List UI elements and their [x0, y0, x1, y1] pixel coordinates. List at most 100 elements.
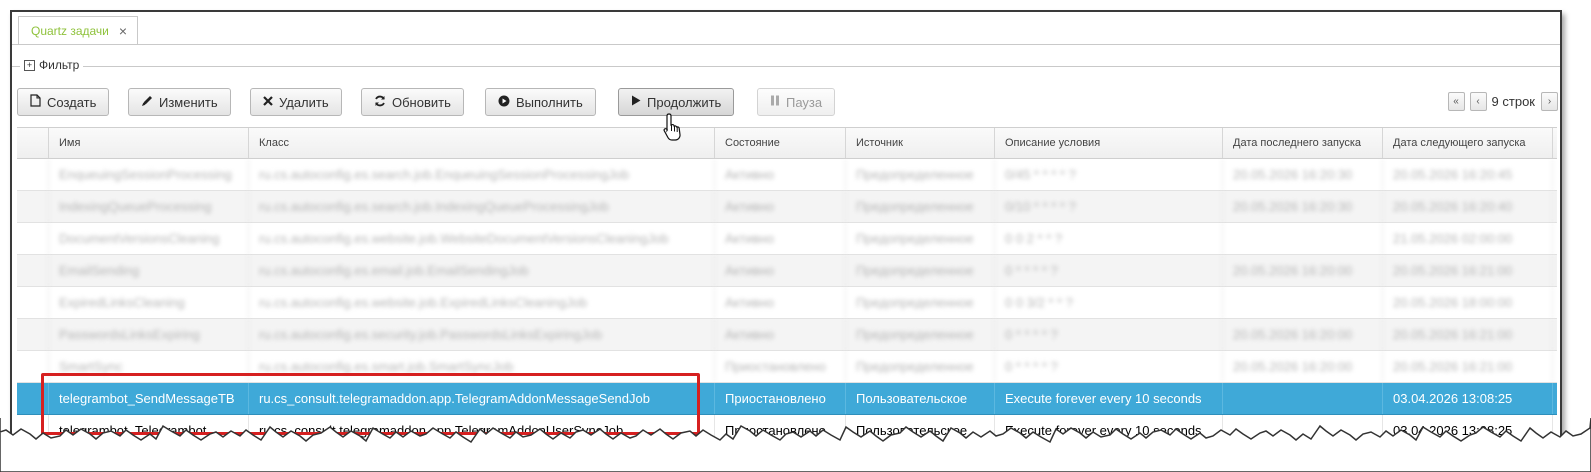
- cell-next-run: 21.05.2026 02:00:00: [1383, 223, 1553, 254]
- column-header-state[interactable]: Состояние: [715, 128, 846, 158]
- cell-next-run: 20.05.2026 16:20:45: [1383, 159, 1553, 190]
- delete-button[interactable]: Удалить: [250, 88, 342, 116]
- cell-name: DocumentVersionsCleaning: [49, 223, 249, 254]
- cell-source: Предопределенное: [846, 223, 995, 254]
- cell-last-run: [1223, 223, 1383, 254]
- column-header-name[interactable]: Имя: [49, 128, 249, 158]
- cell-state: Активно: [715, 191, 846, 222]
- execute-button[interactable]: Выполнить: [485, 88, 596, 116]
- tab-label: Quartz задачи: [31, 23, 109, 38]
- next-page-button[interactable]: ›: [1541, 92, 1558, 111]
- table-row[interactable]: EmailSending ru.cs.autoconfig.es.email.j…: [17, 255, 1557, 287]
- expand-icon[interactable]: +: [24, 59, 35, 71]
- cell-state: Активно: [715, 159, 846, 190]
- hand-cursor-icon: [662, 112, 684, 147]
- filter-divider: [12, 66, 1560, 67]
- refresh-icon: [374, 95, 386, 110]
- cell-source: Предопределенное: [846, 319, 995, 350]
- table-row[interactable]: SmartSync ru.cs.autoconfig.es.smart.job.…: [17, 351, 1557, 383]
- refresh-button[interactable]: Обновить: [361, 88, 464, 116]
- cell-state: Приостановлено: [715, 383, 846, 414]
- table-row-selected[interactable]: telegrambot_SendMessageTB ru.cs_consult.…: [17, 383, 1557, 415]
- cell-last-run: [1223, 383, 1383, 414]
- cell-condition: 0 0 3/2 * * ?: [995, 287, 1223, 318]
- cell-source: Предопределенное: [846, 287, 995, 318]
- cell-class: ru.cs.autoconfig.es.website.job.WebsiteD…: [249, 223, 715, 254]
- cell-state: Активно: [715, 319, 846, 350]
- tab-close-icon[interactable]: ×: [119, 23, 127, 39]
- cell-source: Предопределенное: [846, 191, 995, 222]
- column-header-condition[interactable]: Описание условия: [995, 128, 1223, 158]
- cell-name: ExpiredLinksCleaning: [49, 287, 249, 318]
- document-icon: [30, 94, 41, 110]
- table-row[interactable]: IndexingQueueProcessing ru.cs.autoconfig…: [17, 191, 1557, 223]
- pause-button[interactable]: Пауза: [757, 88, 836, 116]
- tab-bar: Quartz задачи ×: [12, 12, 1560, 45]
- cell-name: telegrambot_SendMessageTB: [49, 383, 249, 414]
- pencil-icon: [141, 95, 153, 110]
- cell-next-run: 20.05.2026 18:00:00: [1383, 287, 1553, 318]
- cell-name: PasswordsLinksExpiring: [49, 319, 249, 350]
- cell-last-run: 20.05.2026 16:20:30: [1223, 159, 1383, 190]
- cell-name: IndexingQueueProcessing: [49, 191, 249, 222]
- cell-condition: 0 * * * * ?: [995, 351, 1223, 382]
- cell-source: Предопределенное: [846, 255, 995, 286]
- cell-class: ru.cs.autoconfig.es.search.job.IndexingQ…: [249, 191, 715, 222]
- filter-label: Фильтр: [39, 58, 80, 72]
- play-icon: [631, 95, 641, 109]
- cell-state: Активно: [715, 255, 846, 286]
- cell-next-run: 20.05.2026 16:21:00: [1383, 319, 1553, 350]
- cell-next-run: 20.05.2026 16:21:00: [1383, 351, 1553, 382]
- table-header: Имя Класс Состояние Источник Описание ус…: [17, 128, 1557, 159]
- delete-button-label: Удалить: [279, 94, 329, 110]
- cell-class: ru.cs.autoconfig.es.search.job.Enqueuing…: [249, 159, 715, 190]
- cell-next-run: 03.04.2026 13:08:25: [1383, 383, 1553, 414]
- cell-source: Пользовательское: [846, 383, 995, 414]
- cell-name: EnqueuingSessionProcessing: [49, 159, 249, 190]
- table-row[interactable]: EnqueuingSessionProcessing ru.cs.autocon…: [17, 159, 1557, 191]
- create-button[interactable]: Создать: [17, 88, 110, 116]
- table-row[interactable]: PasswordsLinksExpiring ru.cs.autoconfig.…: [17, 319, 1557, 351]
- filter-panel: + Фильтр: [12, 58, 1560, 73]
- execute-button-label: Выполнить: [516, 94, 583, 110]
- row-count: 9 строк: [1491, 94, 1535, 109]
- quartz-jobs-window: Quartz задачи × + Фильтр Создать Изменит…: [10, 10, 1562, 452]
- cell-condition: 0 0 2 * * ?: [995, 223, 1223, 254]
- create-button-label: Создать: [47, 94, 97, 110]
- prev-page-button[interactable]: ‹: [1469, 92, 1487, 111]
- pause-button-label: Пауза: [786, 94, 823, 110]
- cell-state: Активно: [715, 223, 846, 254]
- cross-icon: [263, 95, 273, 109]
- filter-toggle[interactable]: + Фильтр: [20, 58, 84, 72]
- cell-class: ru.cs.autoconfig.es.security.job.Passwor…: [249, 319, 715, 350]
- first-page-button[interactable]: «: [1447, 92, 1465, 111]
- cell-name: EmailSending: [49, 255, 249, 286]
- column-header-class[interactable]: Класс: [249, 128, 715, 158]
- cell-class: ru.cs.autoconfig.es.smart.job.SmartSyncJ…: [249, 351, 715, 382]
- column-header-source[interactable]: Источник: [846, 128, 995, 158]
- refresh-button-label: Обновить: [392, 94, 451, 110]
- table-row[interactable]: ExpiredLinksCleaning ru.cs.autoconfig.es…: [17, 287, 1557, 319]
- cell-condition: 0/45 * * * * ?: [995, 159, 1223, 190]
- cell-class: ru.cs.autoconfig.es.email.job.EmailSendi…: [249, 255, 715, 286]
- play-circle-icon: [498, 95, 510, 110]
- tab-quartz-jobs[interactable]: Quartz задачи ×: [18, 16, 139, 44]
- column-header-next-run[interactable]: Дата следующего запуска: [1383, 128, 1553, 158]
- cell-source: Предопределенное: [846, 351, 995, 382]
- cell-condition: 0 * * * * ?: [995, 255, 1223, 286]
- column-header-last-run[interactable]: Дата последнего запуска: [1223, 128, 1383, 158]
- torn-edge: [0, 418, 1591, 472]
- cell-class: ru.cs_consult.telegramaddon.app.Telegram…: [249, 383, 715, 414]
- pagination: « ‹ 9 строк ›: [1447, 92, 1558, 111]
- pause-icon: [770, 95, 780, 109]
- cell-last-run: 20.05.2026 16:20:00: [1223, 255, 1383, 286]
- resume-button-label: Продолжить: [647, 94, 722, 110]
- edit-button-label: Изменить: [159, 94, 218, 110]
- select-column-header: [17, 128, 49, 158]
- table-row[interactable]: DocumentVersionsCleaning ru.cs.autoconfi…: [17, 223, 1557, 255]
- cell-condition: 0/10 * * * * ?: [995, 191, 1223, 222]
- cell-condition: Execute forever every 10 seconds: [995, 383, 1223, 414]
- cell-condition: 0 * * * * ?: [995, 319, 1223, 350]
- edit-button[interactable]: Изменить: [128, 88, 231, 116]
- cell-source: Предопределенное: [846, 159, 995, 190]
